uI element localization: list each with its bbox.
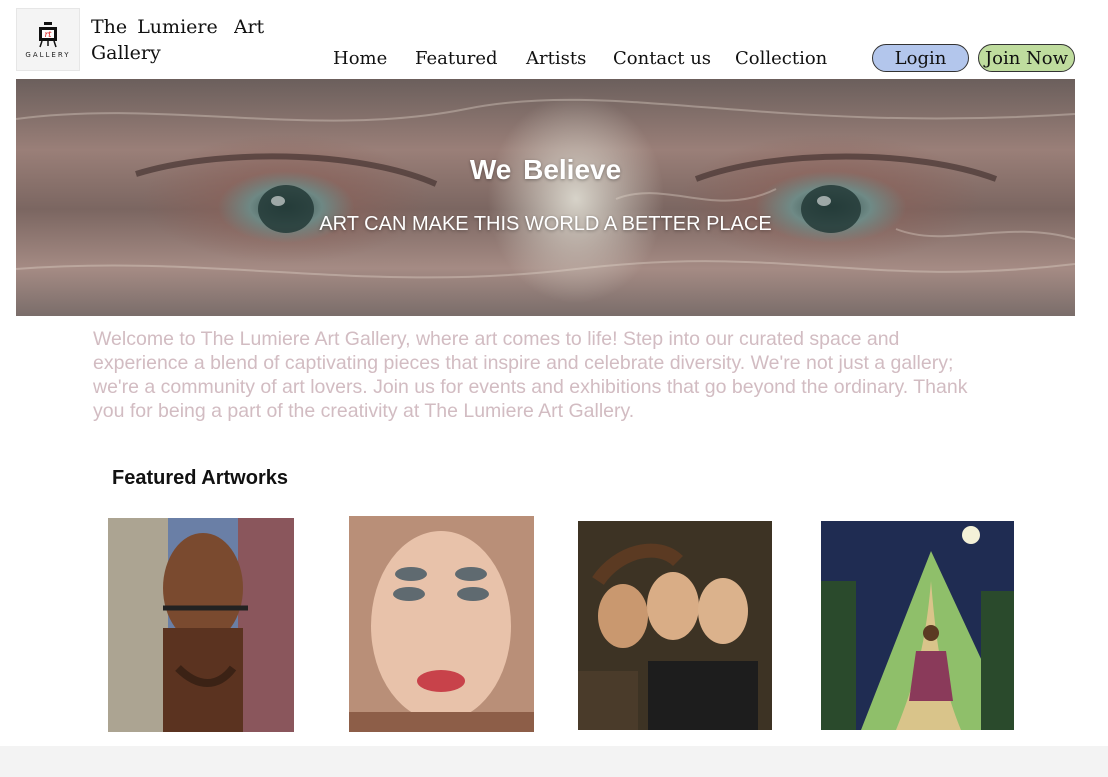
site-title-line2: Gallery	[91, 42, 161, 64]
hero-banner: We Believe ART CAN MAKE THIS WORLD A BET…	[16, 79, 1075, 316]
nav-collection[interactable]: Collection	[735, 48, 827, 69]
hero-eyes-painting	[16, 98, 1075, 279]
nav-home[interactable]: Home	[333, 48, 387, 69]
hero-title: We Believe	[469, 154, 622, 185]
three-women-painting-icon	[578, 521, 772, 730]
site-title: The Lumiere Art Gallery	[91, 14, 281, 66]
hero-subtitle: ART CAN MAKE THIS WORLD A BETTER PLACE	[319, 213, 772, 235]
artwork-card-3[interactable]	[578, 521, 772, 730]
nav-artists[interactable]: Artists	[526, 48, 586, 69]
artwork-card-4[interactable]	[821, 521, 1014, 730]
join-now-button[interactable]: Join Now	[978, 44, 1075, 72]
barbed-wire-portrait-painting-icon	[108, 518, 294, 732]
page: rt GALLERY The Lumiere Art Gallery Home F…	[0, 0, 1108, 777]
site-title-art: Art	[233, 16, 265, 38]
nav-contact-us[interactable]: Contact us	[613, 48, 711, 69]
footer-strip	[0, 746, 1108, 777]
moonlit-landscape-painting-icon	[821, 521, 1014, 730]
intro-text: Welcome to The Lumiere Art Gallery, wher…	[93, 328, 968, 422]
login-button[interactable]: Login	[872, 44, 969, 72]
site-title-line1: The Lumiere	[91, 16, 218, 38]
svg-text:rt: rt	[44, 30, 52, 39]
nav-featured[interactable]: Featured	[415, 48, 498, 69]
artwork-card-2[interactable]	[349, 516, 534, 732]
logo-text: GALLERY	[25, 51, 71, 59]
featured-heading: Featured Artworks	[112, 467, 288, 489]
easel-icon: rt	[39, 22, 57, 48]
multiple-eyes-portrait-painting-icon	[349, 516, 534, 732]
artwork-card-1[interactable]	[108, 518, 294, 732]
gallery-logo[interactable]: rt GALLERY	[16, 8, 80, 71]
